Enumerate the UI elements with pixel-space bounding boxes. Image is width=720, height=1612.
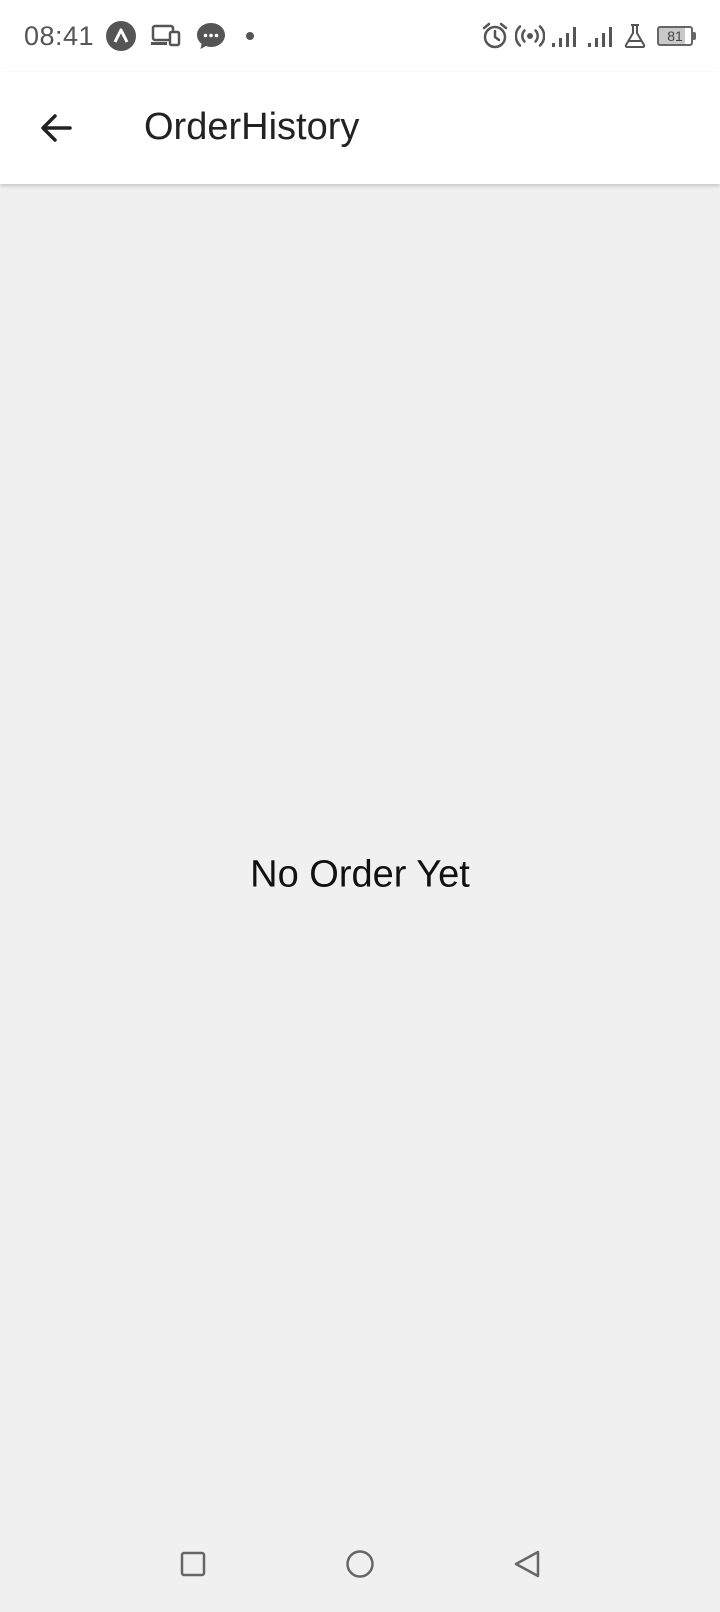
signal-icon [587, 23, 617, 49]
battery-tip [693, 32, 696, 40]
back-triangle-icon [514, 1550, 539, 1578]
battery-level: 81 [657, 26, 693, 46]
system-nav-bar [0, 1516, 720, 1612]
notification-dot-icon [240, 26, 260, 46]
hotspot-icon [515, 23, 545, 49]
back-button[interactable] [26, 98, 86, 158]
back-nav-button[interactable] [497, 1534, 557, 1594]
arrow-left-icon [41, 114, 72, 142]
recents-square-icon [181, 1551, 206, 1577]
navigation-icon [106, 21, 137, 51]
empty-state-message: No Order Yet [250, 853, 470, 896]
app-bar: OrderHistory [0, 72, 720, 184]
alarm-icon [481, 22, 509, 50]
status-left: 08:41 [24, 21, 274, 52]
page-title: OrderHistory [144, 105, 360, 148]
message-icon [196, 21, 226, 51]
battery-icon: 81 [657, 26, 696, 46]
cast-icon [150, 23, 182, 49]
status-time: 08:41 [24, 20, 95, 51]
lab-icon [623, 23, 647, 49]
signal-icon [551, 23, 581, 49]
status-bar: 08:41 81 [0, 0, 720, 72]
status-right: 81 [481, 22, 696, 50]
home-circle-icon [346, 1550, 374, 1578]
recents-button[interactable] [163, 1534, 223, 1594]
home-button[interactable] [330, 1534, 390, 1594]
